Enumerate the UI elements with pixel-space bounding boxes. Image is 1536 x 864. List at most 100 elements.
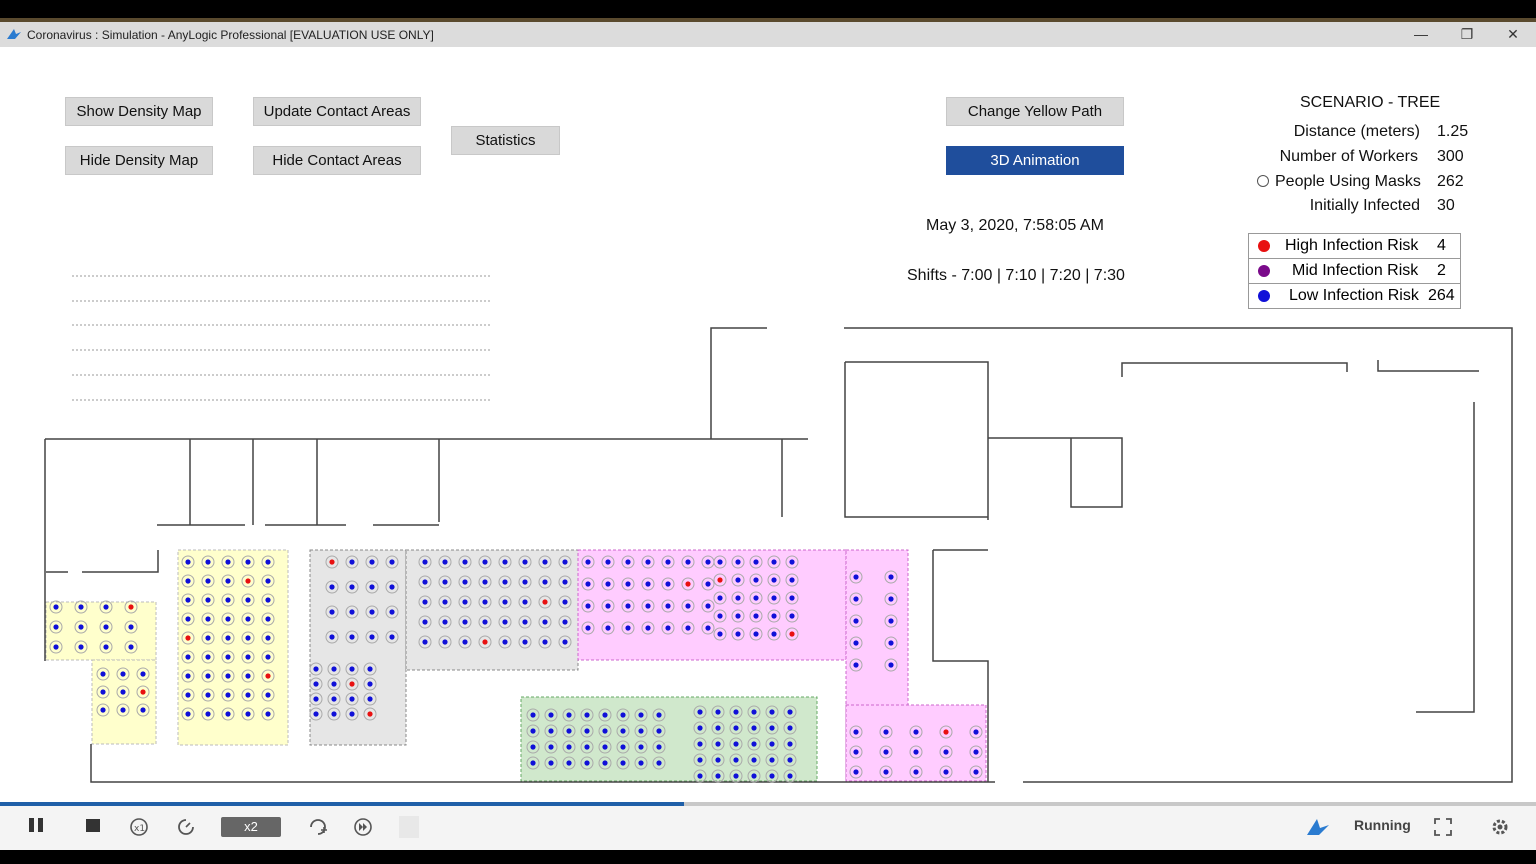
person-dot [530, 728, 536, 734]
screen-top-bar [0, 0, 1536, 22]
person-dot [584, 760, 590, 766]
person-dot [888, 596, 894, 602]
person-dot [584, 744, 590, 750]
person-dot [787, 773, 793, 779]
person-dot [771, 595, 777, 601]
person-dot [769, 709, 775, 715]
person-dot [349, 584, 355, 590]
person-dot [205, 711, 211, 717]
yellow-zone-c [177, 549, 289, 746]
person-dot [605, 603, 611, 609]
fast-forward-icon[interactable] [352, 816, 374, 838]
person-dot [103, 624, 109, 630]
person-dot [265, 597, 271, 603]
person-dot [225, 654, 231, 660]
person-dot [562, 639, 568, 645]
person-dot [331, 681, 337, 687]
playback-controls: x1 x2 Running [0, 802, 1536, 850]
person-dot [715, 709, 721, 715]
speed-up-icon[interactable] [307, 816, 329, 838]
person-dot [442, 639, 448, 645]
person-dot [789, 559, 795, 565]
person-dot [853, 749, 859, 755]
person-dot [442, 579, 448, 585]
person-dot [645, 559, 651, 565]
person-dot [771, 613, 777, 619]
person-dot [482, 559, 488, 565]
person-dot [602, 760, 608, 766]
person-dot [753, 631, 759, 637]
person-dot [349, 634, 355, 640]
person-dot [913, 749, 919, 755]
person-dot [78, 604, 84, 610]
person-dot [787, 725, 793, 731]
speed-reset-icon[interactable]: x1 [128, 816, 150, 838]
restore-button[interactable]: ❐ [1452, 25, 1482, 43]
person-dot [462, 639, 468, 645]
person-dot [789, 631, 795, 637]
person-dot [389, 559, 395, 565]
person-dot [349, 559, 355, 565]
person-dot [585, 559, 591, 565]
settings-icon[interactable] [1489, 816, 1511, 838]
minimize-button[interactable]: — [1406, 25, 1436, 43]
person-dot [705, 603, 711, 609]
person-dot [853, 618, 859, 624]
person-dot [973, 769, 979, 775]
person-dot [605, 625, 611, 631]
person-dot [753, 595, 759, 601]
pause-icon[interactable] [25, 816, 47, 838]
stop-icon[interactable] [84, 816, 102, 838]
person-dot [715, 773, 721, 779]
person-dot [625, 559, 631, 565]
person-dot [331, 711, 337, 717]
person-dot [853, 769, 859, 775]
person-dot [853, 662, 859, 668]
person-dot [562, 579, 568, 585]
person-dot [185, 635, 191, 641]
slow-down-icon[interactable] [175, 816, 197, 838]
person-dot [733, 741, 739, 747]
person-dot [733, 757, 739, 763]
person-dot [389, 634, 395, 640]
person-dot [369, 609, 375, 615]
person-dot [562, 599, 568, 605]
disabled-control [399, 816, 419, 838]
person-dot [265, 692, 271, 698]
fullscreen-icon[interactable] [1432, 816, 1454, 838]
person-dot [185, 673, 191, 679]
person-dot [265, 578, 271, 584]
close-button[interactable]: ✕ [1498, 25, 1528, 43]
person-dot [225, 559, 231, 565]
person-dot [717, 595, 723, 601]
speed-indicator: x2 [221, 817, 281, 837]
person-dot [715, 757, 721, 763]
zones [45, 549, 987, 782]
person-dot [685, 625, 691, 631]
person-dot [205, 597, 211, 603]
person-dot [422, 559, 428, 565]
person-dot [625, 581, 631, 587]
person-dot [265, 559, 271, 565]
person-dot [548, 744, 554, 750]
person-dot [367, 696, 373, 702]
person-dot [638, 760, 644, 766]
person-dot [245, 673, 251, 679]
person-dot [771, 577, 777, 583]
person-dot [883, 729, 889, 735]
person-dot [313, 681, 319, 687]
person-dot [482, 599, 488, 605]
person-dot [245, 711, 251, 717]
person-dot [625, 625, 631, 631]
person-dot [771, 559, 777, 565]
person-dot [562, 619, 568, 625]
person-dot [245, 597, 251, 603]
person-dot [367, 666, 373, 672]
person-dot [656, 712, 662, 718]
person-dot [638, 744, 644, 750]
person-dot [53, 624, 59, 630]
queue-lines [72, 275, 492, 401]
person-dot [733, 773, 739, 779]
person-dot [331, 666, 337, 672]
person-dot [442, 559, 448, 565]
